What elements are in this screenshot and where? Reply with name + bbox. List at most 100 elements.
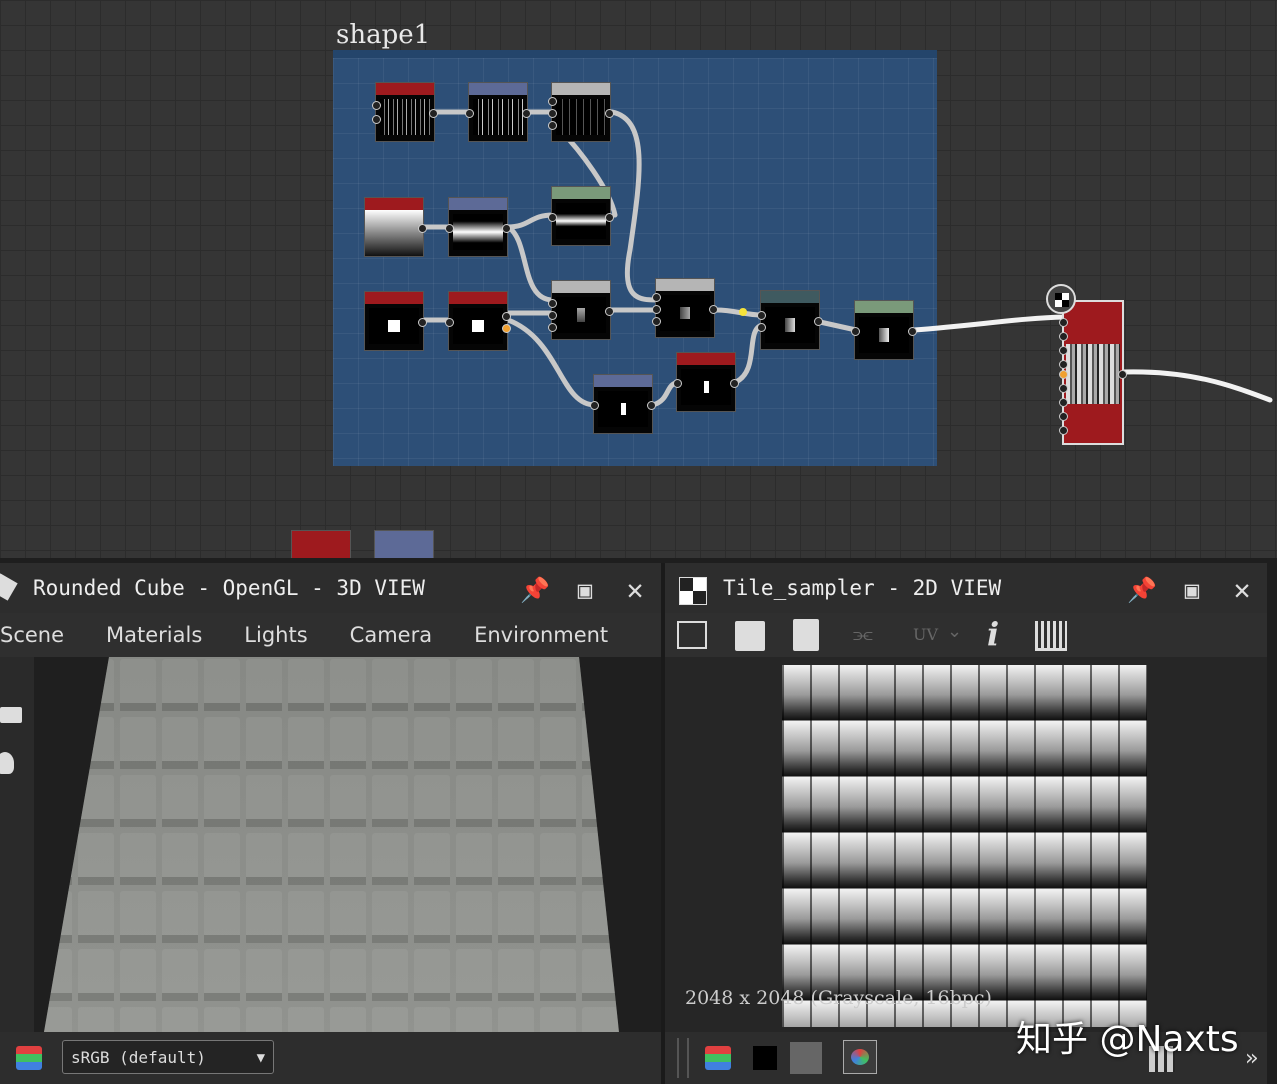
connection-wires (421, 109, 1273, 408)
node-port[interactable] (605, 213, 614, 222)
black-swatch[interactable] (753, 1046, 777, 1070)
copy-icon[interactable] (793, 619, 819, 651)
node-port[interactable] (1059, 426, 1068, 435)
uv-label[interactable]: UV (913, 625, 938, 644)
node-port[interactable] (730, 379, 739, 388)
expand-icon[interactable]: » (1245, 1046, 1258, 1071)
graph-node[interactable] (372, 82, 438, 142)
menu-scene[interactable]: Scene (0, 623, 64, 647)
info-icon[interactable]: i (987, 615, 999, 653)
node-thumbnail (681, 369, 731, 405)
layers-icon[interactable] (16, 1046, 42, 1070)
node-port[interactable] (548, 323, 557, 332)
pin-icon[interactable]: 📌 (520, 575, 550, 605)
node-port[interactable] (673, 379, 682, 388)
node-port[interactable] (445, 224, 454, 233)
tile-sampler-node[interactable] (1059, 300, 1127, 445)
node-header (365, 292, 423, 304)
pin-icon[interactable]: 📌 (1127, 575, 1157, 605)
node-port[interactable] (372, 115, 381, 124)
graph-node[interactable] (590, 374, 656, 434)
node-port[interactable] (548, 213, 557, 222)
node-port[interactable] (1059, 412, 1068, 421)
node-port[interactable] (522, 109, 531, 118)
grey-swatch[interactable] (790, 1042, 822, 1074)
chevron-down-icon[interactable]: ⌄ (947, 621, 962, 642)
node-port[interactable] (1059, 370, 1068, 379)
graph-node[interactable] (851, 300, 917, 360)
colorspace-select[interactable]: sRGB (default) ▼ (62, 1040, 274, 1074)
node-port[interactable] (590, 401, 599, 410)
node-port[interactable] (652, 317, 661, 326)
node-port[interactable] (647, 401, 656, 410)
node-port[interactable] (1059, 384, 1068, 393)
graph-node[interactable] (548, 186, 614, 246)
node-port[interactable] (908, 327, 917, 336)
node-header (449, 292, 507, 304)
close-icon[interactable]: ✕ (620, 575, 650, 605)
checker-icon[interactable] (1046, 284, 1076, 314)
export-icon[interactable] (677, 621, 707, 649)
node-port[interactable] (605, 109, 614, 118)
node-port[interactable] (465, 109, 474, 118)
camera-icon[interactable] (0, 707, 22, 723)
node-port[interactable] (548, 109, 557, 118)
tile-sampler-preview (782, 665, 1147, 1027)
menu-materials[interactable]: Materials (106, 623, 202, 647)
node-port[interactable] (548, 121, 557, 130)
node-port[interactable] (372, 101, 381, 110)
graph-node[interactable] (673, 352, 739, 412)
node-port[interactable] (814, 317, 823, 326)
node-port[interactable] (757, 311, 766, 320)
node-port[interactable] (1059, 398, 1068, 407)
layers-icon[interactable] (705, 1046, 731, 1070)
graph-node[interactable] (652, 278, 718, 338)
node-port[interactable] (1059, 360, 1068, 369)
node-port[interactable] (1059, 318, 1068, 327)
menu-camera[interactable]: Camera (350, 623, 432, 647)
graph-node[interactable] (291, 530, 351, 560)
node-port[interactable] (652, 293, 661, 302)
node-port[interactable] (1059, 346, 1068, 355)
graph-node[interactable] (364, 291, 427, 351)
node-port[interactable] (445, 318, 454, 327)
node-thumbnail (380, 99, 430, 135)
node-port[interactable] (429, 109, 438, 118)
node-port[interactable] (502, 312, 511, 321)
menu-lights[interactable]: Lights (244, 623, 307, 647)
node-port[interactable] (418, 318, 427, 327)
graph-node[interactable] (757, 290, 823, 350)
graph-node[interactable] (445, 291, 511, 351)
graph-node[interactable] (548, 280, 614, 340)
node-port[interactable] (1118, 370, 1127, 379)
maximize-icon[interactable]: ▣ (570, 575, 600, 605)
menu-environment[interactable]: Environment (474, 623, 608, 647)
watermark: 知乎 @Naxts (1016, 1019, 1239, 1060)
light-icon[interactable] (0, 752, 14, 774)
node-port[interactable] (548, 299, 557, 308)
node-port[interactable] (548, 97, 557, 106)
viewport-2d[interactable]: 2048 x 2048 (Grayscale, 16bpc) (665, 657, 1267, 1032)
graph-node[interactable] (465, 82, 531, 142)
node-port[interactable] (418, 224, 427, 233)
node-port[interactable] (502, 224, 511, 233)
graph-node[interactable] (548, 82, 614, 142)
node-port[interactable] (652, 305, 661, 314)
color-channels-icon[interactable] (843, 1040, 877, 1074)
viewport-3d[interactable] (34, 657, 661, 1032)
node-port[interactable] (605, 307, 614, 316)
maximize-icon[interactable]: ▣ (1177, 575, 1207, 605)
node-port[interactable] (502, 324, 511, 333)
node-port[interactable] (548, 311, 557, 320)
node-graph[interactable]: shape1 (0, 0, 1277, 560)
node-port[interactable] (851, 327, 860, 336)
close-icon[interactable]: ✕ (1227, 575, 1257, 605)
graph-node[interactable] (445, 197, 511, 257)
node-port[interactable] (1059, 332, 1068, 341)
node-port[interactable] (757, 323, 766, 332)
save-icon[interactable] (735, 621, 765, 651)
histogram-icon[interactable] (1035, 621, 1067, 651)
graph-node[interactable] (374, 530, 434, 560)
graph-node[interactable] (364, 197, 427, 257)
node-port[interactable] (709, 305, 718, 314)
